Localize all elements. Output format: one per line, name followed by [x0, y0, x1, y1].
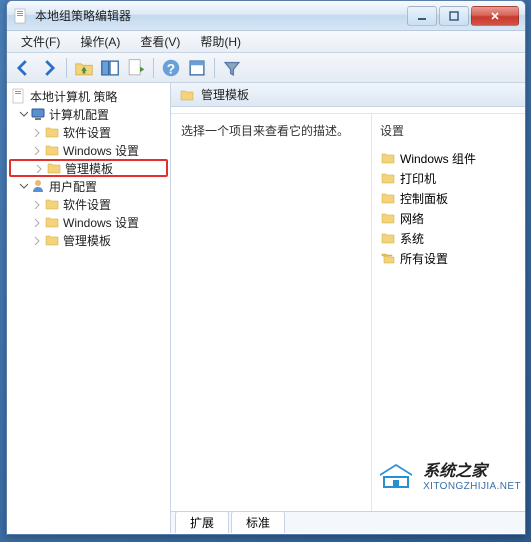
- setting-item[interactable]: 控制面板: [378, 188, 519, 208]
- tree-user-config[interactable]: 用户配置: [9, 177, 168, 195]
- menu-view[interactable]: 查看(V): [130, 31, 190, 52]
- back-button[interactable]: [11, 56, 35, 80]
- expander-icon[interactable]: [17, 108, 29, 120]
- watermark-title: 系统之家: [423, 457, 521, 481]
- tree-label: 用户配置: [49, 178, 97, 195]
- item-label: Windows 组件: [400, 150, 476, 167]
- detail-body: 选择一个项目来查看它的描述。 设置 Windows 组件 打印机 控制面板: [171, 113, 525, 511]
- item-label: 打印机: [400, 170, 436, 187]
- folder-icon: [44, 232, 60, 248]
- tree-label: 管理模板: [63, 232, 111, 249]
- folder-icon: [380, 170, 396, 186]
- window-title: 本地组策略编辑器: [35, 7, 407, 24]
- menu-help[interactable]: 帮助(H): [190, 31, 251, 52]
- tab-extended[interactable]: 扩展: [175, 511, 229, 533]
- close-button[interactable]: [471, 6, 519, 26]
- tree-label: 软件设置: [63, 124, 111, 141]
- tree-label: 计算机配置: [49, 106, 109, 123]
- description-column: 选择一个项目来查看它的描述。: [171, 114, 371, 511]
- detail-title: 管理模板: [201, 86, 249, 103]
- toolbar-separator: [153, 58, 154, 78]
- tree-label: 管理模板: [65, 160, 113, 177]
- app-window: 本地组策略编辑器 文件(F) 操作(A) 查看(V) 帮助(H) ?: [6, 0, 526, 535]
- item-label: 所有设置: [400, 250, 448, 267]
- item-label: 控制面板: [400, 190, 448, 207]
- watermark-logo-icon: [375, 461, 417, 489]
- tree-label: Windows 设置: [63, 214, 139, 231]
- expander-icon[interactable]: [17, 180, 29, 192]
- tree-pane[interactable]: 本地计算机 策略 计算机配置 软件设置 Windows 设置 管理模板: [7, 83, 171, 533]
- show-hide-tree-button[interactable]: [98, 56, 122, 80]
- settings-header: 设置: [378, 118, 519, 148]
- expander-icon[interactable]: [33, 162, 45, 174]
- export-button[interactable]: [124, 56, 148, 80]
- tree-windows-settings[interactable]: Windows 设置: [9, 141, 168, 159]
- setting-item[interactable]: 系统: [378, 228, 519, 248]
- tree-computer-config[interactable]: 计算机配置: [9, 105, 168, 123]
- folder-icon: [380, 150, 396, 166]
- maximize-button[interactable]: [439, 6, 469, 26]
- window-controls: [407, 6, 519, 26]
- folder-icon: [179, 87, 195, 103]
- tree-label: 软件设置: [63, 196, 111, 213]
- folder-icon: [380, 210, 396, 226]
- folder-icon: [44, 196, 60, 212]
- watermark: 系统之家 XITONGZHIJIA.NET: [375, 457, 521, 492]
- svg-text:?: ?: [167, 61, 175, 76]
- detail-tabs: 扩展 标准: [171, 511, 525, 533]
- folder-icon: [380, 230, 396, 246]
- detail-header: 管理模板: [171, 83, 525, 107]
- item-label: 网络: [400, 210, 424, 227]
- item-label: 系统: [400, 230, 424, 247]
- policy-icon: [11, 88, 27, 104]
- properties-button[interactable]: [185, 56, 209, 80]
- watermark-sub: XITONGZHIJIA.NET: [423, 481, 521, 492]
- app-icon: [13, 8, 29, 24]
- help-button[interactable]: ?: [159, 56, 183, 80]
- toolbar: ?: [7, 53, 525, 83]
- setting-item[interactable]: 网络: [378, 208, 519, 228]
- tree-windows-settings[interactable]: Windows 设置: [9, 213, 168, 231]
- titlebar: 本地组策略编辑器: [7, 1, 525, 31]
- folder-icon: [44, 142, 60, 158]
- folder-icon: [380, 190, 396, 206]
- folder-icon: [46, 160, 62, 176]
- tree-root[interactable]: 本地计算机 策略: [9, 87, 168, 105]
- computer-icon: [30, 106, 46, 122]
- stack-icon: [380, 250, 396, 266]
- tab-standard[interactable]: 标准: [231, 511, 285, 533]
- tree-admin-templates[interactable]: 管理模板: [9, 231, 168, 249]
- minimize-button[interactable]: [407, 6, 437, 26]
- up-button[interactable]: [72, 56, 96, 80]
- expander-icon[interactable]: [31, 216, 43, 228]
- toolbar-separator: [66, 58, 67, 78]
- expander-icon[interactable]: [31, 126, 43, 138]
- expander-icon[interactable]: [31, 234, 43, 246]
- settings-column: 设置 Windows 组件 打印机 控制面板: [371, 114, 525, 511]
- expander-icon[interactable]: [31, 144, 43, 156]
- tree-admin-templates-selected[interactable]: 管理模板: [9, 159, 168, 177]
- tree-label: Windows 设置: [63, 142, 139, 159]
- setting-item[interactable]: 打印机: [378, 168, 519, 188]
- tree-label: 本地计算机 策略: [30, 88, 117, 105]
- filter-button[interactable]: [220, 56, 244, 80]
- folder-icon: [44, 124, 60, 140]
- folder-icon: [44, 214, 60, 230]
- toolbar-separator: [214, 58, 215, 78]
- forward-button[interactable]: [37, 56, 61, 80]
- description-text: 选择一个项目来查看它的描述。: [181, 122, 361, 139]
- user-icon: [30, 178, 46, 194]
- tree-software-settings[interactable]: 软件设置: [9, 195, 168, 213]
- setting-item-all[interactable]: 所有设置: [378, 248, 519, 268]
- tree-software-settings[interactable]: 软件设置: [9, 123, 168, 141]
- menu-action[interactable]: 操作(A): [70, 31, 130, 52]
- menu-file[interactable]: 文件(F): [11, 31, 70, 52]
- menubar: 文件(F) 操作(A) 查看(V) 帮助(H): [7, 31, 525, 53]
- expander-icon[interactable]: [31, 198, 43, 210]
- setting-item[interactable]: Windows 组件: [378, 148, 519, 168]
